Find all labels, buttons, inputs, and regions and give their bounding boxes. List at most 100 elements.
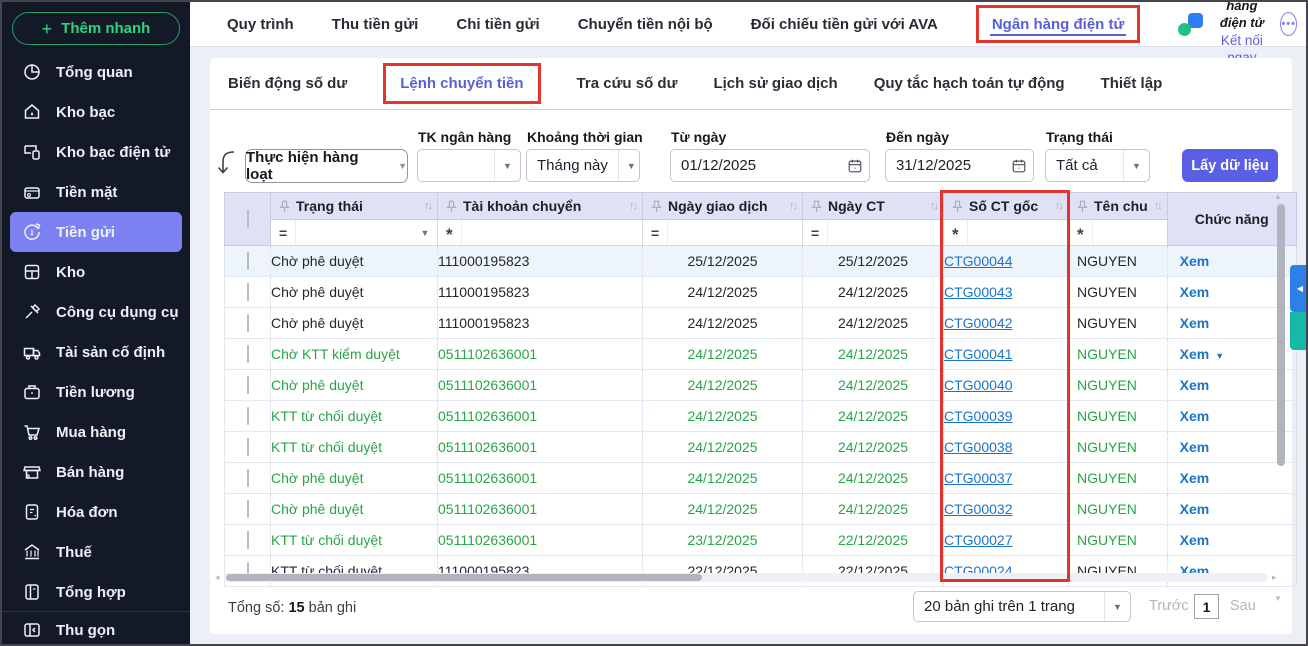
row-checkbox[interactable] <box>247 376 249 394</box>
sidebar-item-9[interactable]: Tiền lương <box>10 372 182 412</box>
filter-operator[interactable]: * <box>438 220 462 245</box>
tab-4[interactable]: Lịch sử giao dịch <box>713 75 837 92</box>
sidebar-item-2[interactable]: Kho bạc <box>10 92 182 132</box>
sidebar-item-12[interactable]: Hóa đơn <box>10 492 182 532</box>
column-header[interactable]: Tài khoản chuyển↑↓ <box>438 193 643 220</box>
row-checkbox[interactable] <box>247 314 249 332</box>
fetch-data-button[interactable]: Lấy dữ liệu <box>1182 149 1278 182</box>
bulk-action-select[interactable]: Thực hiện hàng loạt ▼ <box>245 149 408 183</box>
column-header[interactable]: Số CT gốc↑↓ <box>944 193 1069 220</box>
column-filter[interactable]: = <box>803 220 944 246</box>
pin-icon[interactable] <box>811 200 822 213</box>
sidebar-item-10[interactable]: Mua hàng <box>10 412 182 452</box>
sort-icon[interactable]: ↑↓ <box>1055 200 1062 212</box>
horizontal-scrollbar[interactable] <box>224 573 1268 582</box>
doc-no-link[interactable]: CTG00041 <box>944 346 1012 362</box>
tab-6[interactable]: Thiết lập <box>1101 75 1163 92</box>
view-action-link[interactable]: Xem <box>1180 532 1210 548</box>
view-action-link[interactable]: Xem▼ <box>1180 346 1225 362</box>
doc-no-link[interactable]: CTG00040 <box>944 377 1012 393</box>
column-filter[interactable]: * <box>944 220 1069 246</box>
column-header[interactable]: Ngày giao dịch↑↓ <box>643 193 803 220</box>
date-input[interactable]: 31/12/2025 <box>885 149 1034 182</box>
view-action-link[interactable]: Xem <box>1180 253 1210 269</box>
row-checkbox[interactable] <box>247 469 249 487</box>
nav-item-4[interactable]: Chuyển tiền nội bộ <box>578 16 713 33</box>
quick-add-button[interactable]: + Thêm nhanh <box>12 12 180 45</box>
view-action-link[interactable]: Xem <box>1180 315 1210 331</box>
doc-no-link[interactable]: CTG00043 <box>944 284 1012 300</box>
sidebar-item-3[interactable]: Kho bạc điện tử <box>10 132 182 172</box>
vscroll-thumb[interactable] <box>1277 204 1285 466</box>
column-filter[interactable]: * <box>438 220 643 246</box>
nav-item-1[interactable]: Quy trình <box>227 16 294 33</box>
column-filter[interactable]: =▼ <box>271 220 438 246</box>
row-checkbox[interactable] <box>247 345 249 363</box>
view-action-link[interactable]: Xem <box>1180 284 1210 300</box>
sidebar-item-14[interactable]: Tổng hợp <box>10 572 182 612</box>
sidebar-item-4[interactable]: Tiền mặt <box>10 172 182 212</box>
pin-icon[interactable] <box>651 200 662 213</box>
pin-icon[interactable] <box>1077 200 1088 213</box>
nav-item-3[interactable]: Chi tiền gửi <box>456 16 539 33</box>
side-panel-toggle-blue[interactable]: ◀ <box>1290 265 1308 312</box>
column-header[interactable]: Tên chu↑↓ <box>1069 193 1168 220</box>
view-action-link[interactable]: Xem <box>1180 439 1210 455</box>
sidebar-item-1[interactable]: Tổng quan <box>10 52 182 92</box>
select-all-checkbox[interactable] <box>247 210 249 228</box>
doc-no-link[interactable]: CTG00044 <box>944 253 1012 269</box>
tab-5[interactable]: Quy tắc hạch toán tự động <box>874 75 1065 92</box>
sidebar-collapse-button[interactable]: Thu gọn <box>10 615 182 645</box>
nav-item-2[interactable]: Thu tiền gửi <box>332 16 419 33</box>
nav-item-6[interactable]: Ngân hàng điện tử <box>976 5 1141 43</box>
filter-operator[interactable]: * <box>1069 220 1093 245</box>
column-header[interactable]: Ngày CT↑↓ <box>803 193 944 220</box>
filter-operator[interactable]: = <box>643 220 668 245</box>
more-options-icon[interactable]: ••• <box>1280 12 1297 36</box>
doc-no-link[interactable]: CTG00027 <box>944 532 1012 548</box>
row-checkbox[interactable] <box>247 500 249 518</box>
sidebar-item-5[interactable]: Tiền gửi <box>10 212 182 252</box>
pin-icon[interactable] <box>279 200 290 213</box>
filter-select[interactable]: Tất cả▼ <box>1045 149 1150 182</box>
filter-operator[interactable]: = <box>803 220 828 245</box>
view-action-link[interactable]: Xem <box>1180 377 1210 393</box>
tab-3[interactable]: Tra cứu số dư <box>577 75 678 92</box>
sort-icon[interactable]: ↑↓ <box>424 200 431 212</box>
vertical-scrollbar[interactable] <box>1276 194 1286 602</box>
sidebar-item-11[interactable]: Bán hàng <box>10 452 182 492</box>
pagination-page-1[interactable]: 1 <box>1194 594 1219 619</box>
sidebar-item-8[interactable]: Tài sản cố định <box>10 332 182 372</box>
vscroll-down-arrow-icon[interactable]: ▼ <box>1274 594 1282 603</box>
sort-icon[interactable]: ↑↓ <box>930 200 937 212</box>
page-size-select[interactable]: 20 bản ghi trên 1 trang ▼ <box>913 591 1131 622</box>
view-action-link[interactable]: Xem <box>1180 408 1210 424</box>
doc-no-link[interactable]: CTG00032 <box>944 501 1012 517</box>
doc-no-link[interactable]: CTG00039 <box>944 408 1012 424</box>
sidebar-item-6[interactable]: Kho <box>10 252 182 292</box>
sidebar-item-7[interactable]: Công cụ dụng cụ <box>10 292 182 332</box>
doc-no-link[interactable]: CTG00042 <box>944 315 1012 331</box>
row-checkbox[interactable] <box>247 407 249 425</box>
row-checkbox[interactable] <box>247 283 249 301</box>
pagination-next[interactable]: Sau <box>1230 598 1256 614</box>
sort-icon[interactable]: ↑↓ <box>1154 200 1161 212</box>
side-panel-toggle-teal[interactable] <box>1290 312 1308 350</box>
column-header[interactable]: Trạng thái↑↓ <box>271 193 438 220</box>
pin-icon[interactable] <box>446 200 457 213</box>
hscroll-thumb[interactable] <box>226 574 702 581</box>
row-checkbox[interactable] <box>247 438 249 456</box>
sort-icon[interactable]: ↑↓ <box>629 200 636 212</box>
pin-icon[interactable] <box>952 200 963 213</box>
sort-icon[interactable]: ↑↓ <box>789 200 796 212</box>
hscroll-left-arrow-icon[interactable]: ◂ <box>215 572 220 583</box>
tab-2[interactable]: Lệnh chuyển tiền <box>383 63 540 104</box>
row-checkbox[interactable] <box>247 531 249 549</box>
filter-select[interactable]: ▼ <box>417 149 521 182</box>
nav-item-5[interactable]: Đối chiếu tiền gửi với AVA <box>751 16 938 33</box>
sidebar-item-13[interactable]: Thuế <box>10 532 182 572</box>
doc-no-link[interactable]: CTG00038 <box>944 439 1012 455</box>
filter-operator[interactable]: * <box>944 220 968 245</box>
view-action-link[interactable]: Xem <box>1180 501 1210 517</box>
pagination-prev[interactable]: Trước <box>1149 598 1189 614</box>
